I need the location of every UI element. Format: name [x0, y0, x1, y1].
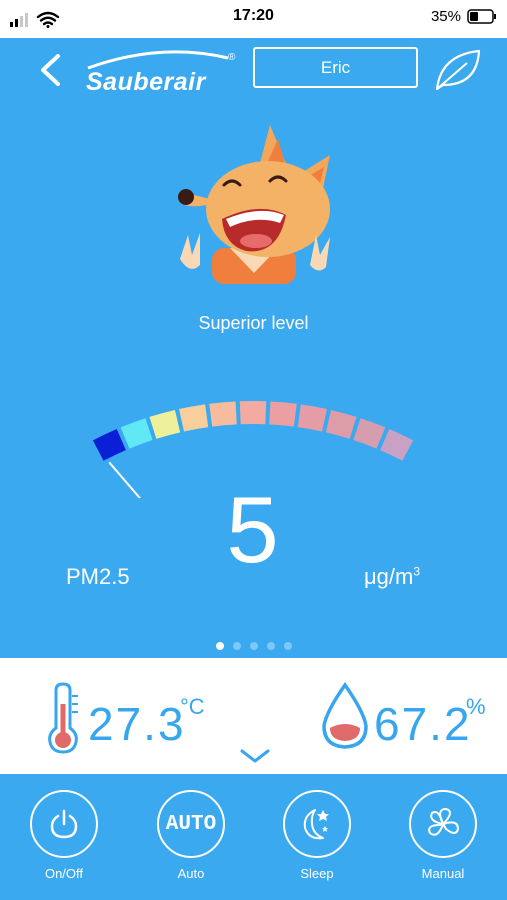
- air-level-text: Superior level: [198, 313, 309, 333]
- pm-value: 5: [226, 477, 279, 582]
- gauge-segment: [380, 429, 414, 461]
- manual-button-circle[interactable]: [409, 790, 477, 858]
- on-off-button[interactable]: On/Off: [19, 790, 109, 881]
- sleep-button[interactable]: Sleep: [272, 790, 362, 881]
- page-dot[interactable]: [266, 642, 275, 650]
- page-dot[interactable]: [249, 642, 258, 650]
- power-icon: [50, 809, 78, 839]
- thermometer-icon: [48, 682, 78, 754]
- auto-button[interactable]: AUTO Auto: [146, 790, 236, 881]
- brand-logo: Sauberair ®: [80, 46, 246, 98]
- moon-stars-icon: [303, 809, 329, 840]
- temperature-unit: °C: [180, 694, 205, 719]
- gauge-needle: [108, 461, 142, 498]
- humidity-unit: %: [466, 694, 486, 719]
- gauge-segment: [120, 418, 153, 449]
- gauge-segment: [149, 409, 181, 439]
- page-dot[interactable]: [232, 642, 241, 650]
- fan-icon: [428, 808, 459, 836]
- brand-registered-mark: ®: [228, 52, 236, 63]
- gauge-segment: [239, 401, 267, 425]
- sleep-label: Sleep: [300, 866, 334, 881]
- auto-icon: AUTO: [165, 812, 217, 836]
- gauge-segment: [325, 409, 357, 439]
- back-icon[interactable]: [38, 53, 62, 87]
- pm-label: PM2.5: [66, 564, 130, 589]
- power-button-circle[interactable]: [30, 790, 98, 858]
- control-bar: On/Off AUTO Auto Sleep Manual: [0, 774, 507, 900]
- battery: 35%: [431, 8, 497, 25]
- sleep-button-circle[interactable]: [283, 790, 351, 858]
- page-indicator[interactable]: [0, 642, 507, 650]
- leaf-icon[interactable]: [433, 47, 483, 93]
- gauge-segment: [269, 401, 297, 427]
- brand-name: Sauberair: [86, 68, 206, 96]
- gauge-segment: [297, 404, 327, 432]
- battery-icon: [467, 9, 496, 24]
- status-bar: 17:20 35%: [0, 0, 507, 38]
- manual-label: Manual: [421, 866, 465, 881]
- environment-panel: 27.3 °C 67.2 %: [0, 658, 507, 774]
- on-off-label: On/Off: [44, 866, 84, 881]
- temperature-value: 27.3: [88, 698, 186, 750]
- battery-percent: 35%: [430, 8, 461, 25]
- pm-unit: μg/m3: [364, 564, 421, 589]
- page-dot[interactable]: [215, 642, 224, 650]
- gauge-segment: [353, 418, 386, 449]
- chevron-down-icon[interactable]: [239, 748, 271, 764]
- manual-button[interactable]: Manual: [398, 790, 488, 881]
- device-name-field[interactable]: Eric: [253, 47, 418, 88]
- water-drop-icon: [322, 682, 368, 749]
- page-dot[interactable]: [283, 642, 292, 650]
- auto-label: Auto: [177, 866, 205, 881]
- gauge-segment: [92, 429, 126, 461]
- pm25-gauge: [92, 401, 414, 498]
- gauge-segment: [209, 401, 237, 427]
- fox-mascot-icon: [178, 125, 330, 284]
- air-quality-panel: Sauberair ® Eric Superior level PM2.5 5 …: [0, 38, 507, 658]
- humidity-value: 67.2: [374, 698, 472, 750]
- auto-button-circle[interactable]: AUTO: [157, 790, 225, 858]
- gauge-segment: [179, 404, 209, 432]
